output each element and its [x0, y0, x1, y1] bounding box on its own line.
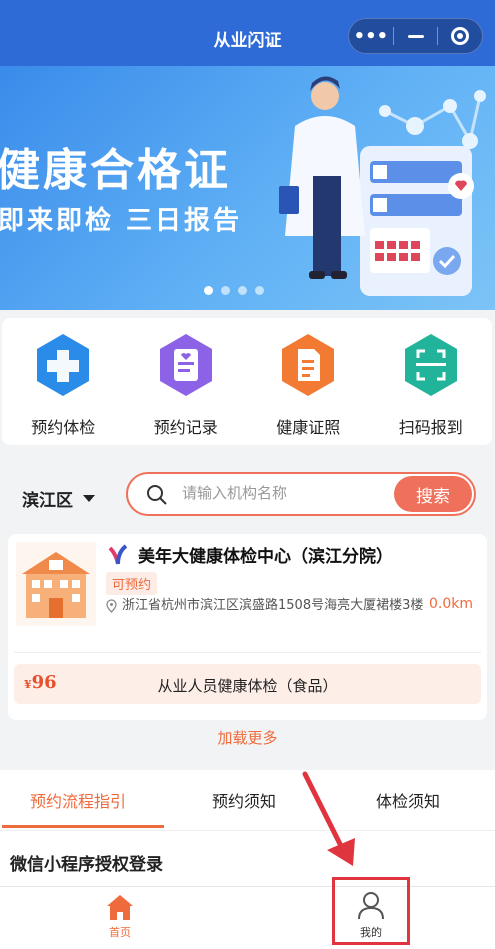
bottom-tab-bar: 首页 我的 [0, 877, 495, 949]
scan-code-icon [404, 334, 457, 396]
card-divider [14, 652, 481, 653]
tab-booking-notice[interactable]: 预约须知 [212, 788, 276, 812]
banner-title: 健康合格证 [0, 145, 231, 196]
institution-name: 美年大健康体检中心（滨江分院） [106, 542, 393, 567]
carousel-dot[interactable] [255, 286, 264, 295]
address-text: 浙江省杭州市滨江区滨盛路1508号海亮大厦裙楼3楼 [122, 598, 424, 613]
action-booking-records[interactable]: 预约记录 [131, 332, 241, 438]
distance-label: 0.0km [428, 596, 473, 612]
carousel-dot[interactable] [204, 286, 213, 295]
tab-booking-guide[interactable]: 预约流程指引 [30, 788, 126, 812]
action-label: 预约记录 [153, 418, 218, 437]
record-document-icon [159, 334, 212, 396]
section-title: 微信小程序授权登录 [10, 855, 163, 875]
action-scan-checkin[interactable]: 扫码报到 [376, 332, 486, 438]
action-book-exam[interactable]: 预约体检 [8, 332, 118, 438]
quick-actions-card: 预约体检 预约记录 健康证照 扫码报到 [2, 318, 492, 445]
active-tab-indicator [2, 825, 164, 828]
action-label: 扫码报到 [398, 418, 463, 437]
close-button[interactable] [438, 19, 482, 53]
info-tabs: 预约流程指引 预约须知 体检须知 [0, 770, 495, 830]
search-button[interactable]: 搜索 [394, 476, 472, 512]
hospital-building-icon [16, 542, 96, 626]
mini-program-capsule: ••• [348, 18, 483, 54]
location-pin-icon [106, 599, 117, 613]
action-label: 健康证照 [276, 418, 341, 437]
nav-mine[interactable]: 我的 [332, 877, 410, 945]
exam-package-row[interactable]: ¥96 从业人员健康体检（食品） [14, 664, 481, 704]
carousel-dot[interactable] [221, 286, 230, 295]
district-label: 滨江区 [22, 491, 73, 511]
institution-address: 浙江省杭州市滨江区滨盛路1508号海亮大厦裙楼3楼 [106, 596, 436, 616]
nav-home-label: 首页 [109, 926, 131, 939]
district-selector[interactable]: 滨江区 [22, 486, 95, 511]
institution-name-text: 美年大健康体检中心（滨江分院） [138, 547, 393, 567]
carousel-indicators [204, 286, 264, 295]
status-badge: 可预约 [106, 572, 158, 595]
meinian-logo-icon [108, 543, 128, 564]
carousel-dot[interactable] [238, 286, 247, 295]
load-more-button[interactable]: 加载更多 [0, 727, 495, 748]
minimize-icon [407, 34, 424, 38]
guide-section: 微信小程序授权登录 [0, 830, 495, 890]
institution-search-input[interactable] [182, 484, 382, 502]
target-circle-icon [451, 27, 470, 45]
promo-banner[interactable]: 健康合格证 即来即检 三日报告 [0, 66, 495, 310]
home-icon [107, 895, 133, 920]
nav-home[interactable]: 首页 [92, 893, 148, 940]
minimize-button[interactable] [394, 19, 438, 53]
action-label: 预约体检 [31, 418, 96, 437]
medical-cross-icon [37, 334, 90, 396]
search-icon [147, 485, 167, 505]
more-button[interactable]: ••• [349, 19, 393, 53]
red-arrow-annotation [302, 771, 355, 866]
banner-subtitle: 即来即检 三日报告 [0, 206, 243, 236]
more-dots-icon: ••• [353, 25, 389, 47]
caret-down-icon [83, 495, 95, 502]
certificate-icon [282, 334, 335, 396]
user-profile-icon [358, 892, 384, 920]
top-navigation-bar: 从业闪证 ••• [0, 0, 495, 66]
action-health-certificate[interactable]: 健康证照 [253, 332, 363, 438]
package-name: 从业人员健康体检（食品） [157, 677, 338, 695]
tab-exam-notice[interactable]: 体检须知 [376, 788, 440, 812]
search-bar: 搜索 [126, 472, 476, 516]
nav-mine-label: 我的 [360, 926, 382, 939]
institution-card[interactable]: 美年大健康体检中心（滨江分院） 可预约 浙江省杭州市滨江区滨盛路1508号海亮大… [8, 534, 487, 720]
doctor-illustration [279, 76, 486, 296]
